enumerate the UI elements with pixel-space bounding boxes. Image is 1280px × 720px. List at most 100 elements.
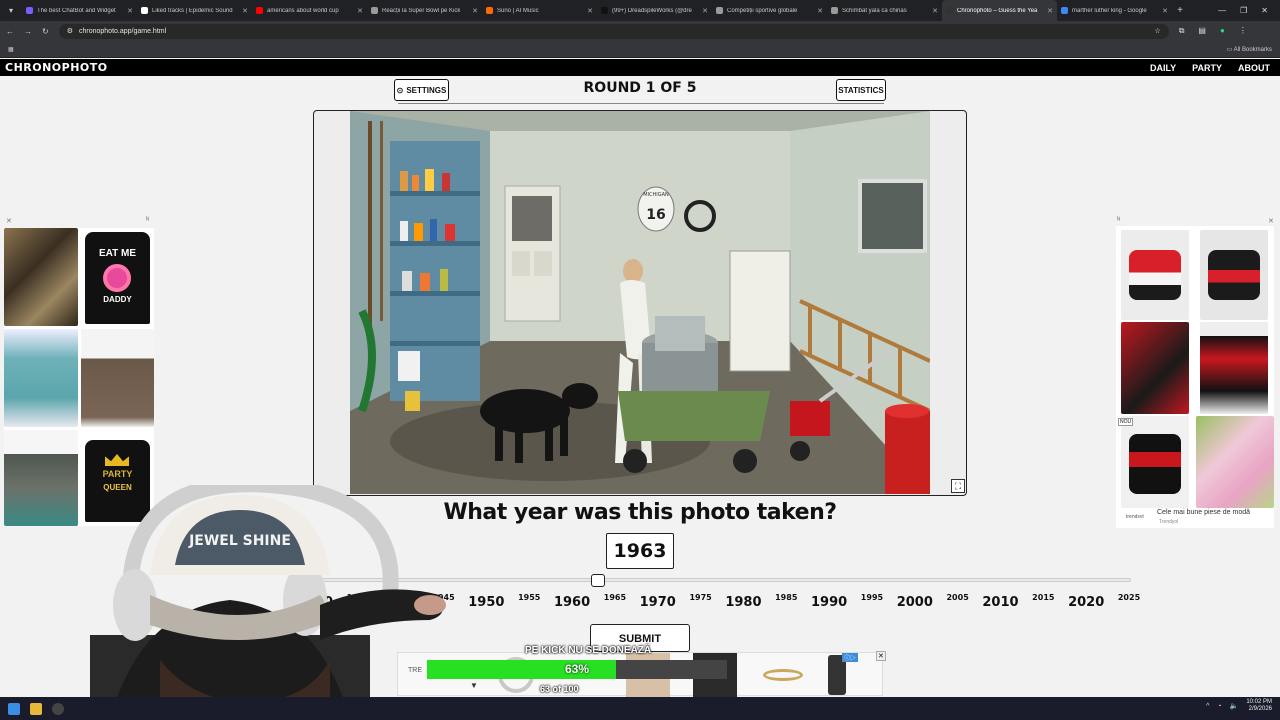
volume-icon[interactable]: 🔈 xyxy=(1230,702,1239,710)
tab-close-icon[interactable]: ✕ xyxy=(357,7,363,15)
ad-sandals[interactable] xyxy=(1196,416,1274,508)
tab-title: Competiții sportive globale xyxy=(727,7,798,14)
ad-product-pants[interactable] xyxy=(4,228,78,326)
browser-tab[interactable]: The best ChatBot and Widget ✕ xyxy=(22,0,137,21)
settings-icon: ⊙ xyxy=(396,85,404,95)
tab-close-icon[interactable]: ✕ xyxy=(817,7,823,15)
tab-close-icon[interactable]: ✕ xyxy=(702,7,708,15)
year-slider-thumb[interactable] xyxy=(590,574,605,587)
browser-tab[interactable]: Competiții sportive globale ✕ xyxy=(712,0,827,21)
browser-tab[interactable]: Liked tracks | Epidemic Sound ✕ xyxy=(137,0,252,21)
right-ad[interactable] xyxy=(1116,226,1274,528)
year-tick-label-minor: 1955 xyxy=(518,593,541,602)
app-icon[interactable] xyxy=(52,702,64,715)
all-bookmarks[interactable]: ▭ All Bookmarks xyxy=(1227,46,1272,53)
new-tab-button[interactable]: + xyxy=(1172,5,1188,16)
ad-close-icon[interactable]: ✕ xyxy=(6,217,12,225)
apps-grid-icon[interactable]: ▦ xyxy=(8,46,14,53)
tab-favicon-icon xyxy=(371,7,378,14)
tray-chevron-icon[interactable]: ^ xyxy=(1206,703,1209,710)
url-field[interactable]: ⚙ chronophoto.app/game.html ☆ xyxy=(58,23,1169,39)
minimize-icon[interactable]: — xyxy=(1218,6,1226,15)
sidepanel-icon[interactable]: ▤ xyxy=(1198,26,1206,36)
tab-close-icon[interactable]: ✕ xyxy=(1162,7,1168,15)
settings-label: SETTINGS xyxy=(406,85,447,95)
ad-jacket-5[interactable] xyxy=(1121,416,1189,508)
tshirt-sub-1: DADDY xyxy=(103,295,132,304)
year-tick-label: 1960 xyxy=(553,595,591,610)
reload-icon[interactable]: ↻ xyxy=(42,27,49,36)
ad-product-joggers[interactable] xyxy=(4,430,78,526)
ad-jacket-1[interactable] xyxy=(1121,230,1189,320)
tshirt-text-1: EAT ME xyxy=(98,248,137,259)
tab-close-icon[interactable]: ✕ xyxy=(127,7,133,15)
ad-choices-icon-right[interactable]: ᴺ xyxy=(1117,217,1120,224)
photo-sign-state: MICHIGAN xyxy=(643,192,669,198)
browser-tab[interactable]: Chronophoto – Guess the Yea ✕ xyxy=(942,0,1057,21)
cap-brand-text: JEWEL SHINE xyxy=(188,533,291,549)
ad-product-tshirt-1[interactable]: EAT ME DADDY xyxy=(81,228,154,326)
year-tick-label: 1990 xyxy=(811,595,848,610)
game-photo: MICHIGAN 16 xyxy=(350,111,930,494)
ad-arrow-icon[interactable]: ▼ xyxy=(470,681,478,690)
settings-button[interactable]: ⊙ SETTINGS xyxy=(394,79,449,101)
year-tick-label: 2000 xyxy=(896,595,933,610)
year-tick-label: 1980 xyxy=(725,595,762,610)
nav-party[interactable]: PARTY xyxy=(1192,63,1222,73)
window-controls: — ❐ ✕ xyxy=(1218,6,1280,15)
system-clock[interactable]: 10:02 PM 2/9/2026 xyxy=(1246,699,1272,713)
tab-close-icon[interactable]: ✕ xyxy=(1047,7,1053,15)
left-ad[interactable]: EAT ME DADDY PARTY QUEEN xyxy=(4,228,154,526)
tab-title: The best ChatBot and Widget xyxy=(37,7,116,14)
tab-close-icon[interactable]: ✕ xyxy=(472,7,478,15)
bottom-ad-close-icon[interactable]: ✕ xyxy=(876,651,886,661)
ad-product-blouse[interactable] xyxy=(4,329,78,427)
ad-jacket-2[interactable] xyxy=(1200,230,1268,320)
browser-tab[interactable]: americans about world cup ✕ xyxy=(252,0,367,21)
right-ad-caption[interactable]: Cele mai bune piese de modă xyxy=(1157,509,1250,516)
site-logo[interactable]: CHRONOPHOTO xyxy=(5,61,108,74)
forward-icon[interactable]: → xyxy=(24,27,32,36)
ad-choices-badge[interactable]: ⓘ▷ xyxy=(842,653,859,662)
fullscreen-icon[interactable]: ⛶ xyxy=(951,479,965,493)
streamer-webcam: JEWEL SHINE xyxy=(90,485,446,720)
windows-start-icon[interactable] xyxy=(8,702,20,715)
menu-icon[interactable]: ⋮ xyxy=(1239,26,1247,36)
ad-product-harem-pants[interactable] xyxy=(81,329,154,427)
tab-favicon-icon xyxy=(486,7,493,14)
right-ad-source: Trendyol xyxy=(1159,519,1179,525)
extensions-icon[interactable]: ⧉ xyxy=(1179,26,1185,36)
tab-search-icon[interactable]: ▾ xyxy=(0,0,22,21)
tab-favicon-icon xyxy=(601,7,608,14)
tab-close-icon[interactable]: ✕ xyxy=(587,7,593,15)
browser-tab[interactable]: Reacții la Super Bowl pe Kick ✕ xyxy=(367,0,482,21)
back-icon[interactable]: ← xyxy=(6,27,14,36)
year-tick-label-minor: 1985 xyxy=(775,593,798,602)
ad-jacket-3[interactable] xyxy=(1121,322,1189,414)
tab-close-icon[interactable]: ✕ xyxy=(932,7,938,15)
ad-jacket-4[interactable] xyxy=(1200,322,1268,414)
tab-title: marther luther king - Google xyxy=(1072,7,1147,14)
browser-tab[interactable]: (99+) DreadspileWorks (@dre ✕ xyxy=(597,0,712,21)
browser-tab[interactable]: marther luther king - Google ✕ xyxy=(1057,0,1172,21)
site-nav: DAILY PARTY ABOUT xyxy=(1150,63,1275,73)
ad-choices-icon[interactable]: ᴺ xyxy=(146,217,149,224)
ad-close-icon-right[interactable]: ✕ xyxy=(1268,217,1274,225)
donation-progress-subtext: 63 of 100 xyxy=(540,684,579,694)
bookmark-star-icon[interactable]: ☆ xyxy=(1154,27,1168,35)
tab-title: Chronophoto – Guess the Yea xyxy=(957,7,1038,14)
tab-close-icon[interactable]: ✕ xyxy=(242,7,248,15)
tab-title: americans about world cup xyxy=(267,7,339,14)
tab-favicon-icon xyxy=(256,7,263,14)
site-info-icon[interactable]: ⚙ xyxy=(67,27,73,35)
close-window-icon[interactable]: ✕ xyxy=(1261,6,1268,15)
browser-tab[interactable]: Schimbat yala ca chirias ✕ xyxy=(827,0,942,21)
nav-about[interactable]: ABOUT xyxy=(1238,63,1270,73)
wifi-icon[interactable]: ◔ xyxy=(1217,703,1221,710)
statistics-button[interactable]: STATISTICS xyxy=(836,79,886,101)
profile-icon[interactable]: ● xyxy=(1220,26,1225,36)
file-explorer-icon[interactable] xyxy=(30,702,42,715)
nav-daily[interactable]: DAILY xyxy=(1150,63,1176,73)
browser-tab[interactable]: Suno | AI Music ✕ xyxy=(482,0,597,21)
restore-icon[interactable]: ❐ xyxy=(1240,6,1247,15)
